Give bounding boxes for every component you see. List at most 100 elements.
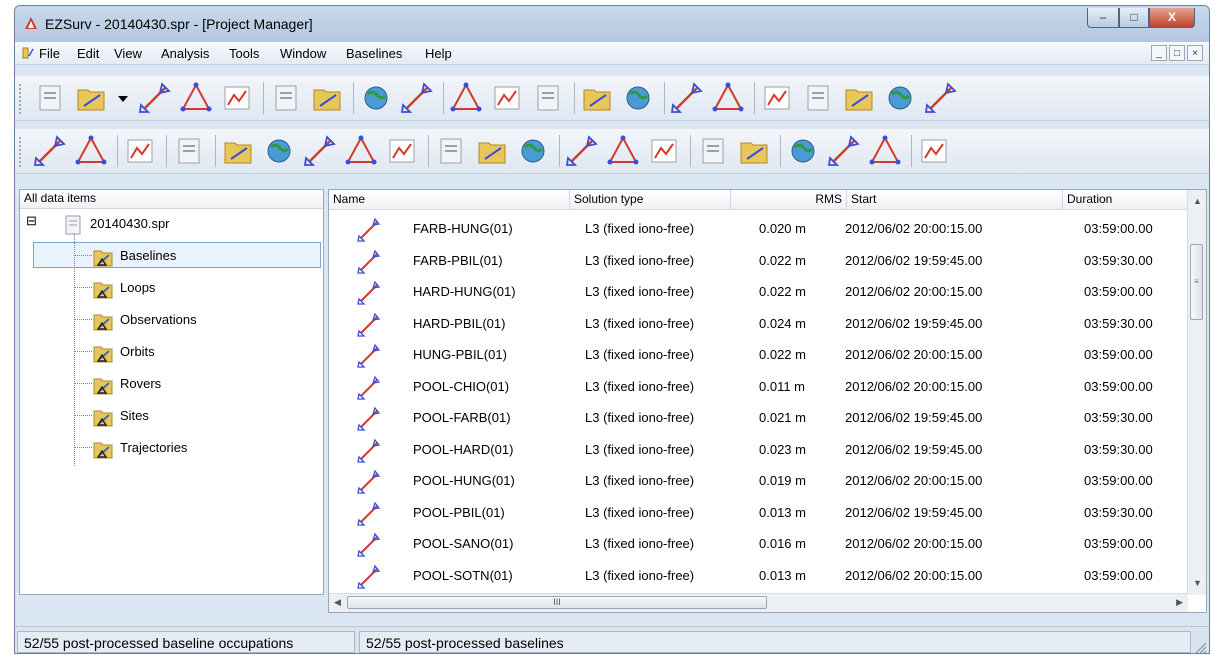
menu-view[interactable]: View (114, 46, 142, 61)
scroll-left-icon[interactable]: ◀ (334, 597, 341, 608)
pointer-icon[interactable] (917, 134, 951, 168)
menu-tools[interactable]: Tools (229, 46, 259, 61)
baseline-residuals-icon[interactable] (344, 134, 378, 168)
sky-view-icon[interactable] (565, 134, 599, 168)
timeline-icon[interactable] (123, 134, 157, 168)
import-data-icon[interactable] (310, 81, 344, 115)
menu-baselines[interactable]: Baselines (346, 46, 402, 61)
table-row[interactable]: FARB-PBIL(01) L3 (fixed iono-free) 0.022 m… (329, 246, 1189, 278)
residuals-icon[interactable] (262, 134, 296, 168)
tree-item-label: Loops (120, 280, 156, 295)
cell-duration: 03:59:00.00 (1084, 378, 1153, 394)
mdi-minimize-button[interactable]: _ (1151, 45, 1167, 61)
north-icon[interactable] (827, 134, 861, 168)
column-header-rms[interactable]: RMS (731, 190, 847, 209)
table-row[interactable]: POOL-CHIO(01) L3 (fixed iono-free) 0.011 m… (329, 372, 1189, 404)
scroll-up-icon[interactable]: ▲ (1193, 196, 1202, 206)
save-as-icon[interactable] (179, 81, 213, 115)
cell-name: POOL-PBIL(01) (413, 504, 505, 520)
column-header-duration[interactable]: Duration (1063, 190, 1190, 209)
open-dropdown-icon[interactable] (115, 81, 131, 115)
cell-name: HARD-PBIL(01) (413, 315, 506, 331)
report-icon[interactable] (516, 134, 550, 168)
table-row[interactable]: POOL-HARD(01) L3 (fixed iono-free) 0.023 m… (329, 435, 1189, 467)
baseline-zoom-icon[interactable] (303, 134, 337, 168)
processing-options-icon[interactable] (580, 81, 614, 115)
horizontal-scroll-thumb[interactable]: III (347, 596, 767, 609)
minimize-button[interactable]: – (1087, 8, 1119, 28)
import-icon[interactable] (269, 81, 303, 115)
menu-file[interactable]: File (39, 46, 60, 61)
download-ephemeris-icon[interactable] (449, 81, 483, 115)
control-point-icon[interactable] (696, 134, 730, 168)
disabled-icon[interactable] (924, 81, 958, 115)
toolbar-grip[interactable] (19, 137, 25, 167)
table-row[interactable]: FARB-HUNG(01) L3 (fixed iono-free) 0.020 m… (329, 214, 1189, 246)
table-row[interactable]: POOL-SOTN(01) L3 (fixed iono-free) 0.013 m… (329, 561, 1189, 593)
cell-start: 2012/06/02 20:00:15.00 (845, 284, 983, 299)
tree-expander[interactable]: ⊟ (26, 214, 37, 228)
import-data-2-icon[interactable] (359, 81, 393, 115)
new-project-icon[interactable] (33, 81, 67, 115)
column-header-solution-type[interactable]: Solution type (570, 190, 731, 209)
table-row[interactable]: HUNG-PBIL(01) L3 (fixed iono-free) 0.022 m… (329, 340, 1189, 372)
mdi-restore-button[interactable]: □ (1169, 45, 1185, 61)
toolbar-separator (166, 135, 167, 167)
scroll-right-icon[interactable]: ▶ (1176, 597, 1183, 608)
horizontal-scrollbar[interactable]: ◀ III ▶ (329, 593, 1188, 612)
signal-icon[interactable] (475, 134, 509, 168)
adjust-all-icon[interactable] (868, 134, 902, 168)
add-baseline-icon[interactable] (760, 81, 794, 115)
cell-start: 2012/06/02 19:59:45.00 (845, 410, 983, 425)
menu-edit[interactable]: Edit (77, 46, 99, 61)
network-map-icon[interactable] (647, 134, 681, 168)
table-row[interactable]: HARD-HUNG(01) L3 (fixed iono-free) 0.022 m… (329, 277, 1189, 309)
cell-solution-type: L3 (fixed iono-free) (585, 284, 695, 299)
network-icon[interactable] (711, 81, 745, 115)
download-orbits-icon[interactable] (400, 81, 434, 115)
cursor-icon[interactable] (883, 81, 917, 115)
vertical-scrollbar[interactable]: ▲ ≡ ▼ (1187, 190, 1206, 595)
skyplot-icon[interactable] (434, 134, 468, 168)
column-header-name[interactable]: Name (329, 190, 570, 209)
baseline-icon (357, 343, 381, 368)
table-row[interactable]: POOL-SANO(01) L3 (fixed iono-free) 0.016 m… (329, 529, 1189, 561)
table-row[interactable]: POOL-FARB(01) L3 (fixed iono-free) 0.021 m… (329, 403, 1189, 435)
chart-icon[interactable] (33, 134, 67, 168)
process-icon[interactable] (621, 81, 655, 115)
table-row[interactable]: POOL-PBIL(01) L3 (fixed iono-free) 0.013 m… (329, 498, 1189, 530)
save-project-icon[interactable] (138, 81, 172, 115)
mdi-close-button[interactable]: × (1187, 45, 1203, 61)
cell-solution-type: L3 (fixed iono-free) (585, 536, 695, 551)
close-button[interactable]: X (1149, 8, 1195, 28)
project-properties-icon[interactable] (490, 81, 524, 115)
free-adjust-icon[interactable] (786, 134, 820, 168)
satellite-icon[interactable] (172, 134, 206, 168)
toolbar-grip[interactable] (19, 84, 25, 114)
table-row[interactable]: HARD-PBIL(01) L3 (fixed iono-free) 0.024 m… (329, 309, 1189, 341)
network-adjust-icon[interactable] (606, 134, 640, 168)
loop-analysis-icon[interactable] (385, 134, 419, 168)
scroll-down-icon[interactable]: ▼ (1193, 578, 1202, 588)
vertical-scroll-thumb[interactable]: ≡ (1190, 244, 1203, 320)
map-view-icon[interactable] (531, 81, 565, 115)
baseline-analysis-icon[interactable] (221, 134, 255, 168)
fixed-point-icon[interactable] (737, 134, 771, 168)
table-icon[interactable] (74, 134, 108, 168)
resize-grip-icon[interactable] (1193, 640, 1207, 654)
print-icon[interactable] (220, 81, 254, 115)
menu-window[interactable]: Window (280, 46, 326, 61)
delete-baseline-icon[interactable] (842, 81, 876, 115)
menu-help[interactable]: Help (425, 46, 452, 61)
cell-solution-type: L3 (fixed iono-free) (585, 315, 695, 331)
cell-start: 2012/06/02 20:00:15.00 (845, 347, 983, 362)
cell-start: 2012/06/02 19:59:45.00 (845, 441, 983, 457)
edit-baseline-icon[interactable] (801, 81, 835, 115)
column-header-start[interactable]: Start (847, 190, 1063, 209)
add-control-icon[interactable] (670, 81, 704, 115)
open-project-icon[interactable] (74, 81, 108, 115)
maximize-button[interactable]: □ (1119, 8, 1149, 28)
cell-rms: 0.011 m (759, 378, 806, 394)
menu-analysis[interactable]: Analysis (161, 46, 209, 61)
table-row[interactable]: POOL-HUNG(01) L3 (fixed iono-free) 0.019 m… (329, 466, 1189, 498)
